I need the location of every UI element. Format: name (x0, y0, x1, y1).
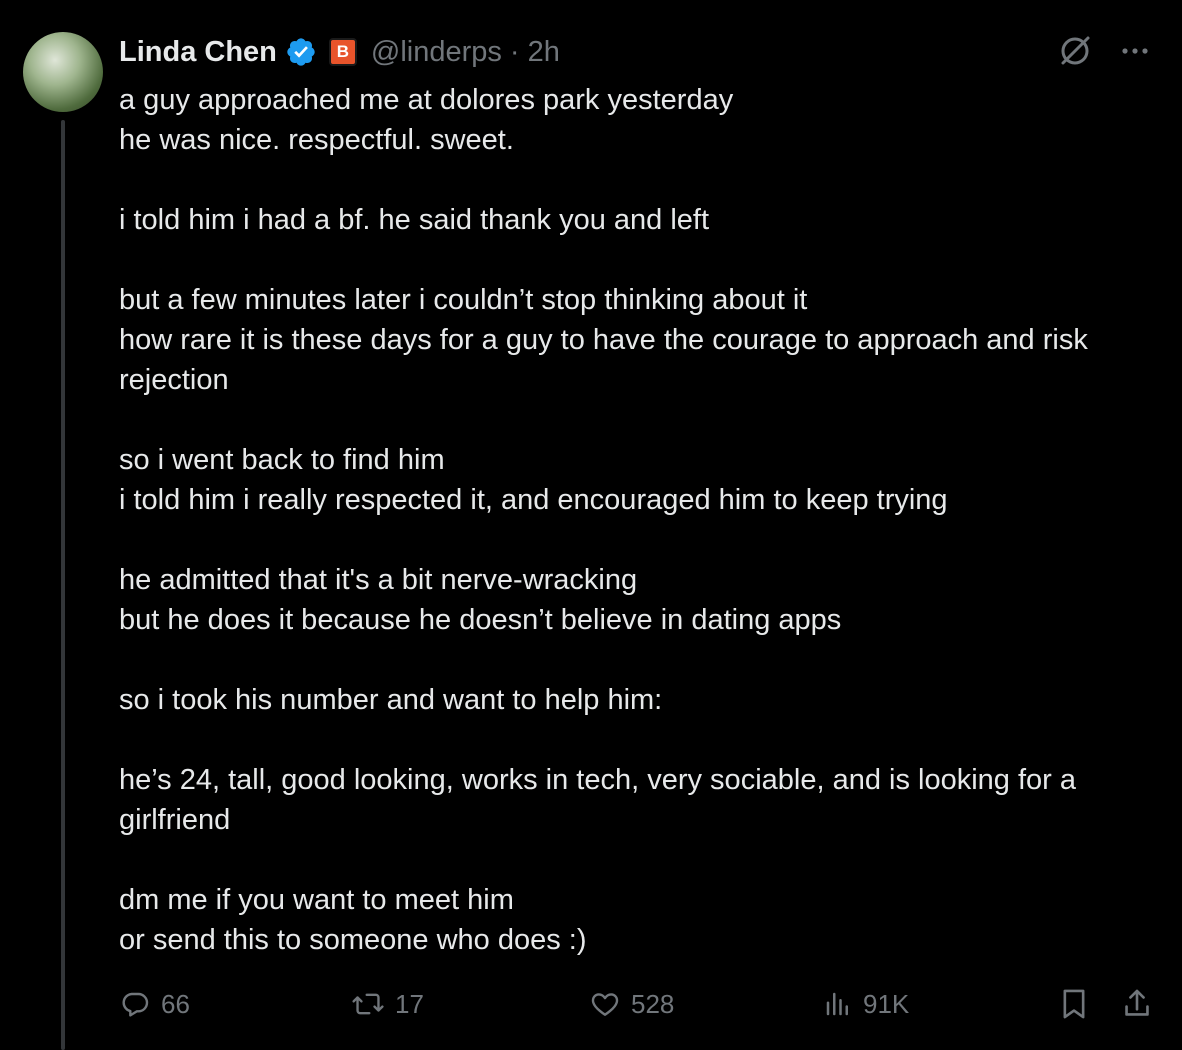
separator-dot: · (509, 35, 520, 68)
bookmark-button[interactable] (1059, 980, 1089, 1028)
views-button[interactable]: 91K (823, 980, 909, 1028)
author-name[interactable]: Linda Chen (119, 36, 277, 69)
post-paragraph: so i took his number and want to help hi… (119, 680, 1159, 720)
post-paragraph: a guy approached me at dolores park yest… (119, 80, 1159, 160)
post-paragraph: i told him i had a bf. he said thank you… (119, 200, 1159, 240)
views-count: 91K (863, 988, 910, 1019)
reply-icon (122, 992, 149, 1017)
thread-line (61, 120, 65, 1050)
text-line: i told him i really respected it, and en… (119, 484, 948, 516)
post-paragraph: dm me if you want to meet him or send th… (119, 880, 1159, 960)
post-paragraph: but a few minutes later i couldn’t stop … (119, 280, 1159, 400)
reply-button[interactable]: 66 (119, 980, 190, 1028)
repost-count: 17 (395, 988, 424, 1019)
action-bar: 66 17 528 91K (119, 980, 1159, 1028)
analytics-icon (826, 992, 848, 1016)
repost-button[interactable]: 17 (351, 980, 424, 1028)
like-button[interactable]: 528 (589, 980, 674, 1028)
text-line: so i took his number and want to help hi… (119, 684, 663, 716)
reply-count: 66 (161, 988, 190, 1019)
affiliate-badge[interactable]: B (328, 38, 357, 66)
repost-icon (352, 993, 384, 1015)
verified-badge-icon[interactable] (285, 36, 317, 68)
tweet-header: Linda Chen B @linderps · 2h (119, 32, 560, 72)
text-line: he admitted that it's a bit nerve-wracki… (119, 564, 638, 596)
text-line: how rare it is these days for a guy to h… (119, 324, 1088, 396)
post-time[interactable]: 2h (528, 36, 560, 69)
post-paragraph: so i went back to find him i told him i … (119, 440, 1159, 520)
text-line: i told him i had a bf. he said thank you… (119, 204, 710, 236)
tweet[interactable]: Linda Chen B @linderps · 2h a guy approa… (0, 0, 1182, 1050)
share-icon (1125, 989, 1149, 1016)
header-actions (1058, 34, 1152, 68)
text-line: he was nice. respectful. sweet. (119, 124, 514, 156)
text-line: he’s 24, tall, good looking, works in te… (119, 764, 1076, 836)
text-line: a guy approached me at dolores park yest… (119, 84, 734, 116)
post-text: a guy approached me at dolores park yest… (119, 80, 1159, 960)
post-paragraph: he’s 24, tall, good looking, works in te… (119, 760, 1159, 840)
heart-icon (591, 993, 619, 1016)
text-line: dm me if you want to meet him (119, 884, 514, 916)
text-line: but a few minutes later i couldn’t stop … (119, 284, 808, 316)
text-line: so i went back to find him (119, 444, 445, 476)
share-button[interactable] (1121, 980, 1153, 1028)
post-paragraph: he admitted that it's a bit nerve-wracki… (119, 560, 1159, 640)
text-line: or send this to someone who does :) (119, 924, 587, 956)
more-icon[interactable] (1118, 34, 1152, 68)
bookmark-icon (1063, 989, 1085, 1019)
author-handle[interactable]: @linderps (371, 36, 502, 69)
text-line: but he does it because he doesn’t believ… (119, 604, 842, 636)
grok-icon[interactable] (1058, 34, 1092, 68)
like-count: 528 (631, 988, 675, 1019)
avatar[interactable] (23, 32, 103, 112)
